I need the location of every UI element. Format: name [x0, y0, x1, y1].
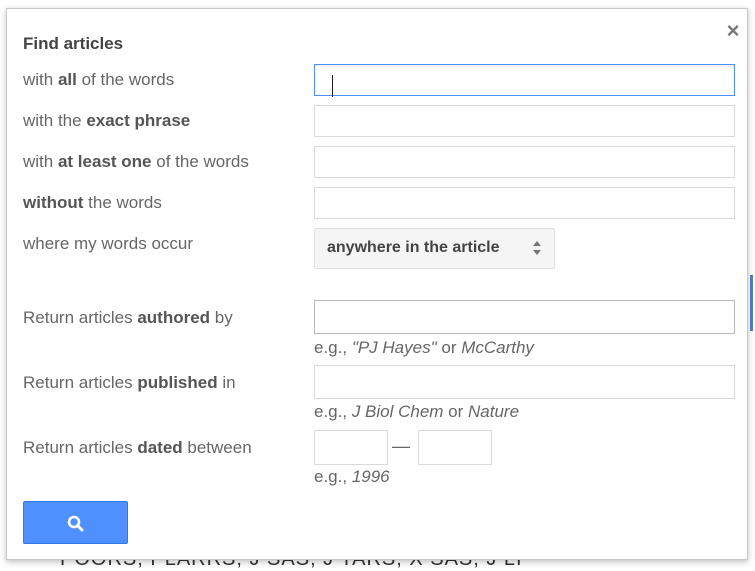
- without-words-label: without the words: [23, 193, 162, 212]
- publication-hint: e.g., J Biol Chem or Nature: [314, 402, 520, 421]
- close-icon: ×: [726, 18, 740, 43]
- at-least-one-input[interactable]: [314, 146, 735, 178]
- without-words-input[interactable]: [314, 187, 735, 219]
- all-words-label: with all of the words: [23, 70, 175, 89]
- advanced-search-dialog: × Find articles with all of the words wi…: [6, 8, 748, 560]
- at-least-one-label: with at least one of the words: [23, 152, 249, 171]
- word-occurrence-label: where my words occur: [23, 234, 194, 253]
- publication-input[interactable]: [314, 365, 735, 399]
- search-button[interactable]: [23, 501, 128, 544]
- close-button[interactable]: ×: [721, 19, 745, 43]
- published-label: Return articles published in: [23, 373, 236, 392]
- authored-label: Return articles authored by: [23, 308, 233, 327]
- date-range-dash: —: [392, 436, 410, 456]
- all-words-input[interactable]: [314, 64, 735, 96]
- text-caret: [332, 75, 333, 97]
- exact-phrase-input[interactable]: [314, 105, 735, 137]
- dialog-title: Find articles: [23, 34, 124, 53]
- date-to-input[interactable]: [418, 430, 492, 465]
- word-occurrence-select[interactable]: anywhere in the article: [314, 228, 555, 269]
- search-icon: [67, 515, 84, 532]
- author-hint: e.g., "PJ Hayes" or McCarthy: [314, 338, 534, 357]
- date-from-input[interactable]: [314, 430, 388, 465]
- exact-phrase-label: with the exact phrase: [23, 111, 191, 130]
- dated-label: Return articles dated between: [23, 438, 252, 457]
- word-occurrence-value: anywhere in the article: [327, 239, 500, 256]
- date-hint: e.g., 1996: [314, 467, 390, 486]
- select-arrows-icon: [533, 241, 541, 255]
- background-scroll-indicator: [750, 275, 753, 331]
- author-input[interactable]: [314, 300, 735, 334]
